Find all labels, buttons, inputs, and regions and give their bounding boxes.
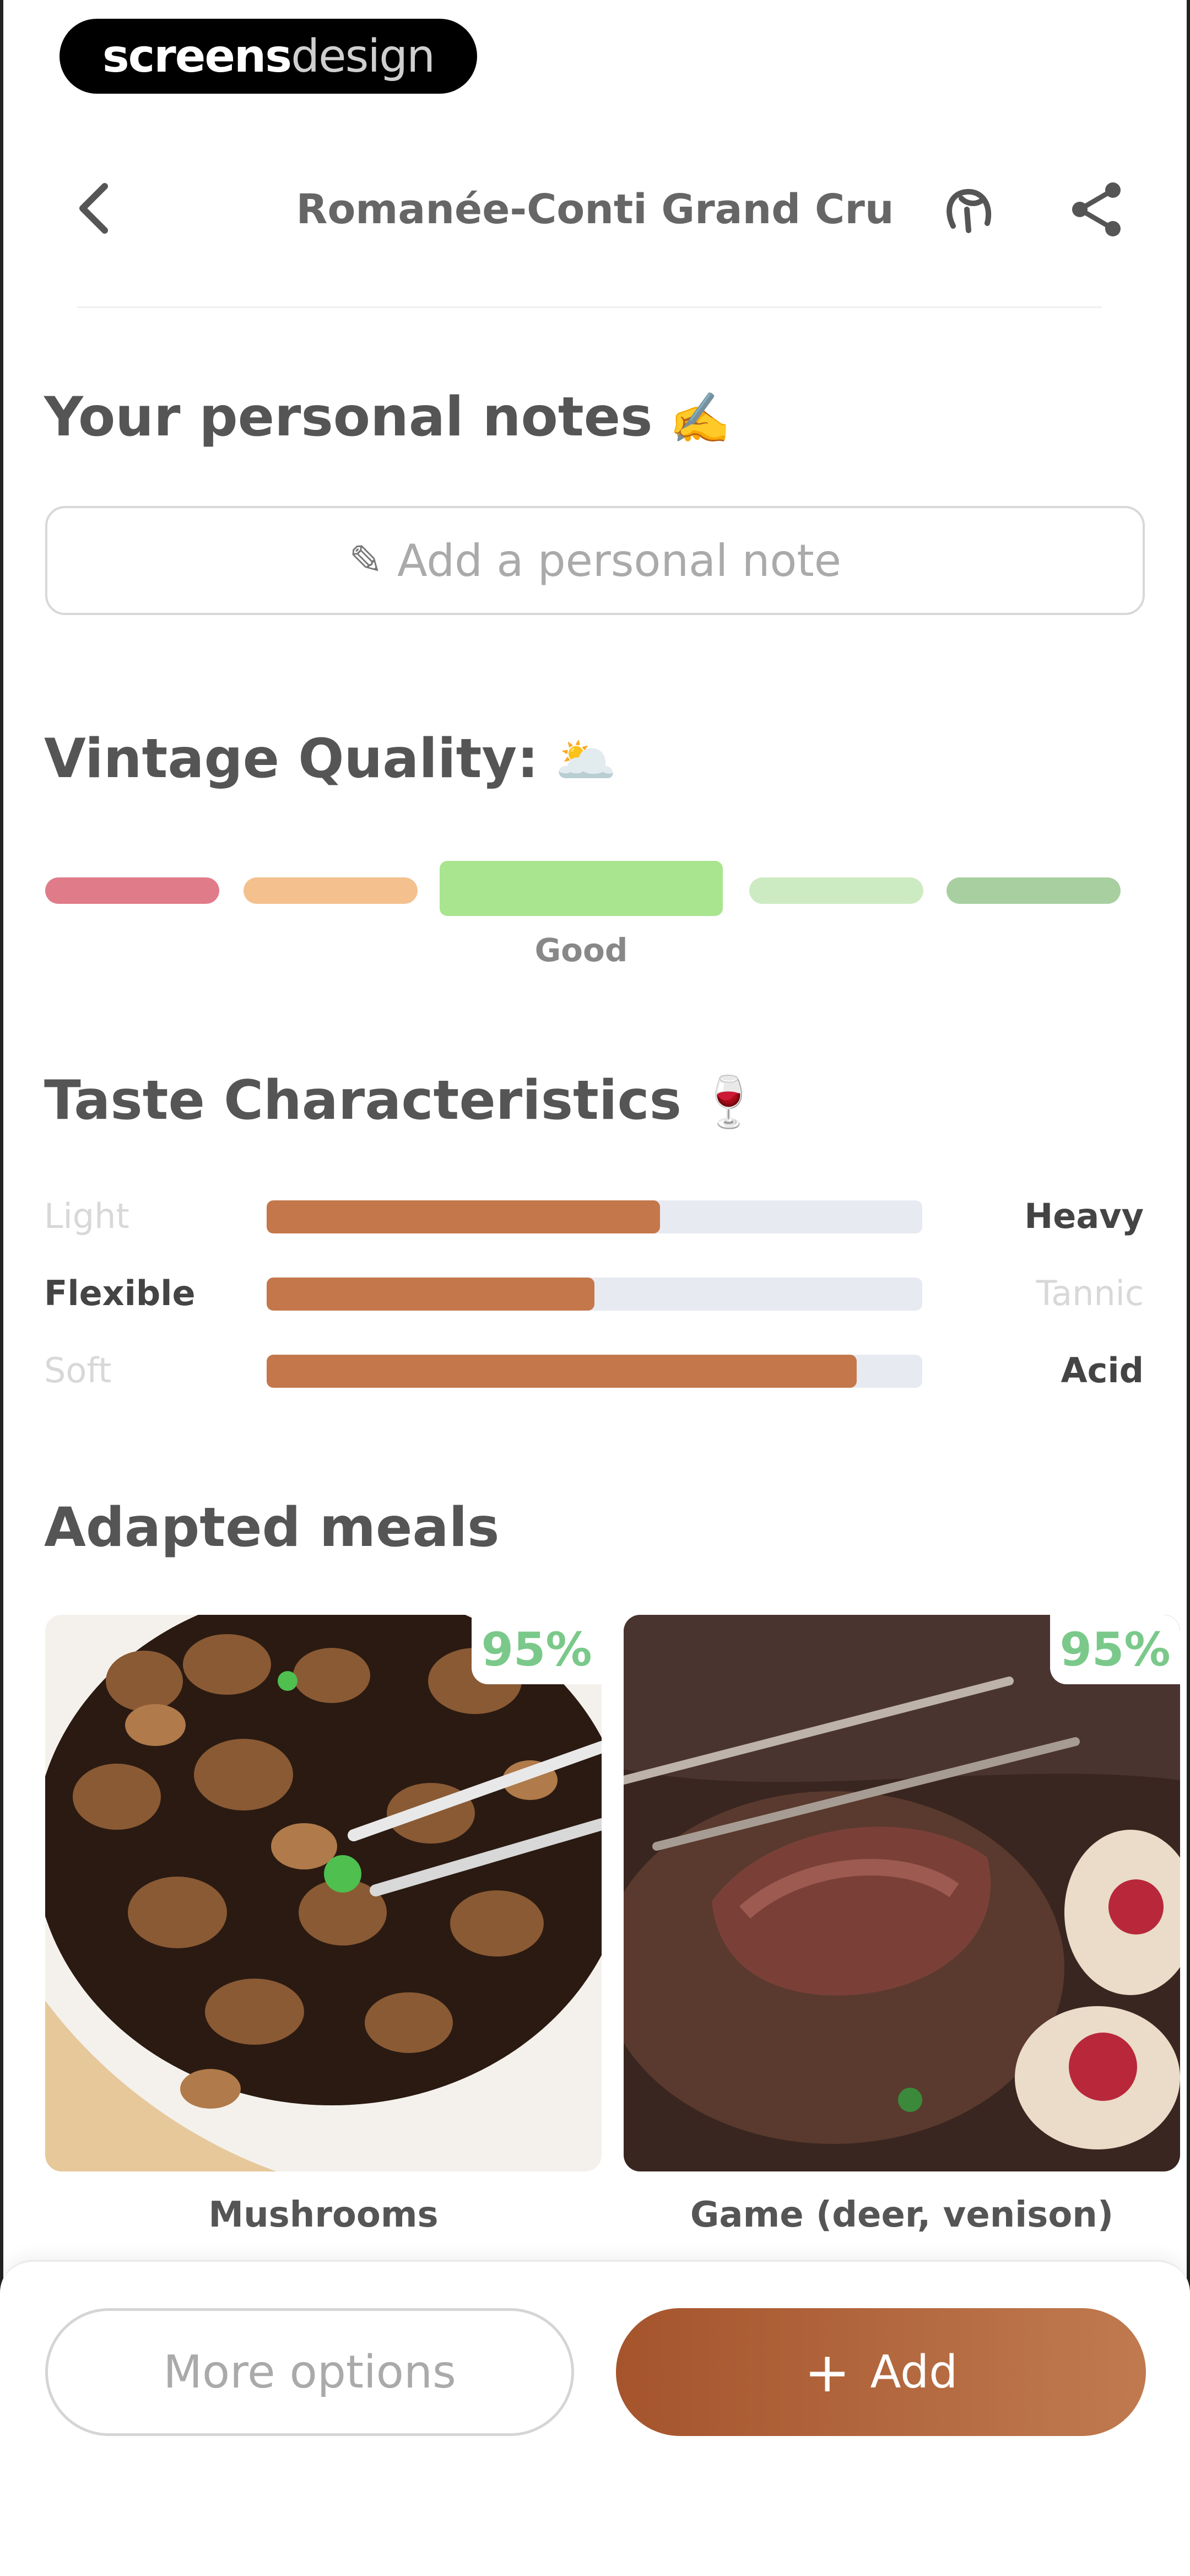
device-edge-right (1187, 0, 1190, 2574)
add-personal-note-button[interactable]: ✎ Add a personal note (45, 506, 1145, 615)
vintage-level-2 (244, 877, 418, 904)
match-percentage: 95% (1050, 1615, 1180, 1684)
cloudy-weather-icon: 🌥️ (555, 731, 617, 789)
taste-fill (267, 1200, 660, 1233)
add-button-label: Add (870, 2346, 958, 2399)
taste-track (267, 1355, 922, 1388)
taste-fill (267, 1355, 857, 1388)
venison-photo (624, 1615, 1180, 2171)
add-personal-note-label: Add a personal note (397, 535, 841, 586)
taste-characteristics-heading: Taste Characteristics 🍷 (44, 1069, 760, 1132)
personal-notes-heading-text: Your personal notes (44, 386, 653, 449)
taste-track (267, 1200, 922, 1233)
taste-left-label: Soft (44, 1350, 112, 1391)
vintage-quality-heading: Vintage Quality: 🌥️ (44, 727, 617, 790)
device-edge-left (0, 0, 3, 2574)
watermark-logo: screens design (60, 19, 477, 94)
watermark-light-text: design (291, 30, 435, 83)
match-percentage: 95% (472, 1615, 602, 1684)
share-icon (1072, 182, 1121, 236)
chevron-left-icon (79, 183, 108, 234)
meal-card-mushrooms[interactable]: 95% (45, 1615, 602, 2171)
app-screen: screens design Romanée-Conti Grand Cru Yo… (0, 0, 1190, 2576)
back-button[interactable] (66, 175, 121, 241)
watermark-bold-text: screens (102, 30, 292, 83)
taste-right-label: Heavy (1024, 1196, 1144, 1236)
decanter-icon (946, 188, 992, 233)
mushrooms-photo (45, 1615, 602, 2171)
personal-notes-heading: Your personal notes ✍️ (44, 386, 731, 449)
share-button[interactable] (1063, 176, 1129, 242)
meal-caption-game: Game (deer, venison) (690, 2195, 1114, 2235)
decanter-button[interactable] (937, 176, 1003, 242)
taste-left-label: Light (44, 1196, 129, 1236)
taste-left-label: Flexible (44, 1273, 196, 1313)
taste-right-label: Acid (1061, 1350, 1144, 1391)
taste-right-label: Tannic (1036, 1273, 1144, 1313)
taste-track (267, 1278, 922, 1311)
vintage-level-5 (946, 877, 1121, 904)
vintage-quality-heading-text: Vintage Quality: (44, 727, 539, 790)
header-divider (77, 306, 1102, 308)
add-button[interactable]: + Add (616, 2308, 1146, 2436)
wine-glass-icon: 🍷 (697, 1073, 760, 1131)
taste-heading-text: Taste Characteristics (44, 1069, 681, 1132)
writing-hand-icon: ✍️ (669, 390, 731, 448)
meal-caption-mushrooms: Mushrooms (208, 2195, 439, 2235)
vintage-level-4 (749, 877, 923, 904)
page-title: Romanée-Conti Grand Cru (296, 186, 894, 233)
more-options-button[interactable]: More options (45, 2308, 574, 2436)
taste-fill (267, 1278, 594, 1311)
meal-card-game[interactable]: 95% (624, 1615, 1180, 2171)
adapted-meals-heading: Adapted meals (44, 1496, 500, 1559)
vintage-level-3 (440, 861, 723, 916)
vintage-selected-label: Good (534, 931, 628, 969)
pencil-icon: ✎ (349, 537, 383, 584)
vintage-level-1 (45, 877, 219, 904)
plus-icon: + (804, 2340, 851, 2405)
